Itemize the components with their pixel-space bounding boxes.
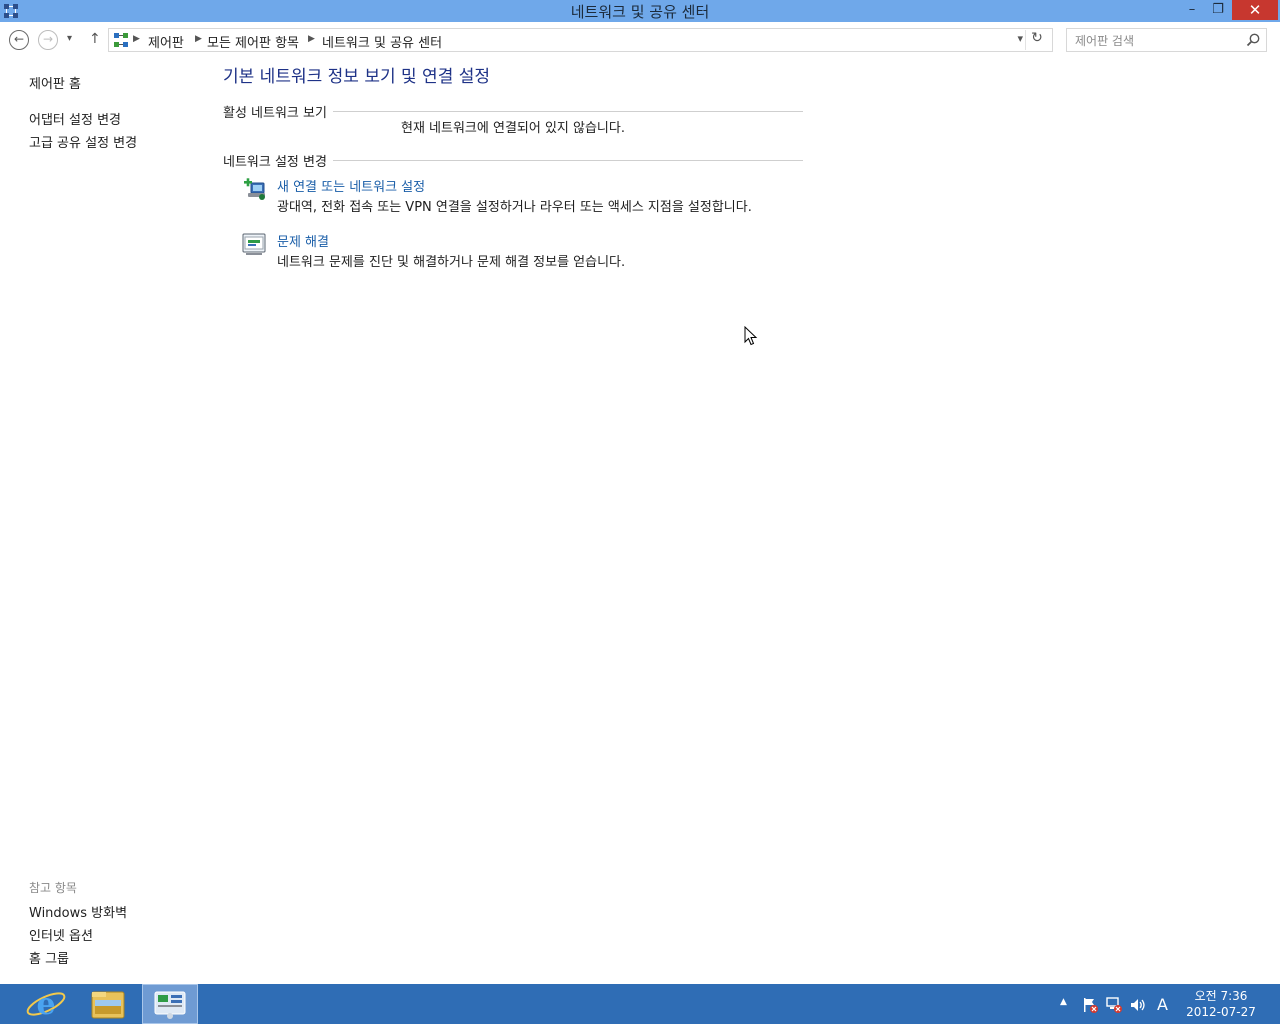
page-title: 기본 네트워크 정보 보기 및 연결 설정 — [223, 67, 491, 87]
sidebar-adapter-settings-link[interactable]: 어댑터 설정 변경 — [29, 109, 121, 128]
sidebar-advanced-sharing-link[interactable]: 고급 공유 설정 변경 — [29, 132, 137, 151]
taskbar: e ▲ A 오전 7:36 2012-07-27 — [0, 984, 1280, 1024]
internet-explorer-icon: e — [26, 987, 66, 1022]
window-title: 네트워크 및 공유 센터 — [570, 3, 710, 21]
file-explorer-button[interactable] — [80, 984, 136, 1024]
troubleshoot-icon[interactable] — [242, 232, 268, 258]
control-panel-icon — [154, 991, 186, 1019]
network-disconnected-icon[interactable] — [1105, 996, 1123, 1014]
recent-locations-button[interactable]: ▾ — [67, 33, 72, 44]
address-bar[interactable]: ▶ 제어판 ▶ 모든 제어판 항목 ▶ 네트워크 및 공유 센터 ▾ ↻ — [108, 28, 1053, 52]
search-icon[interactable] — [1245, 32, 1261, 48]
mouse-cursor-icon — [744, 326, 758, 346]
close-button[interactable]: ✕ — [1232, 0, 1278, 20]
forward-button[interactable]: → — [38, 30, 58, 50]
up-button[interactable]: ↑ — [89, 31, 101, 47]
sidebar-home-link[interactable]: 제어판 홈 — [29, 73, 81, 92]
clock-date: 2012-07-27 — [1186, 1005, 1256, 1019]
show-hidden-icons-button[interactable]: ▲ — [1060, 997, 1067, 1007]
control-panel-icon — [114, 33, 128, 47]
maximize-button[interactable]: ❐ — [1205, 0, 1231, 20]
new-connection-link[interactable]: 새 연결 또는 네트워크 설정 — [277, 176, 425, 195]
search-input[interactable] — [1073, 31, 1237, 51]
active-networks-heading: 활성 네트워크 보기 — [223, 102, 333, 121]
internet-explorer-button[interactable]: e — [18, 984, 74, 1024]
new-connection-description: 광대역, 전화 접속 또는 VPN 연결을 설정하거나 라우터 또는 액세스 지… — [277, 200, 752, 215]
volume-icon[interactable] — [1129, 996, 1147, 1014]
troubleshoot-link[interactable]: 문제 해결 — [277, 231, 329, 250]
action-center-flag-icon[interactable] — [1081, 996, 1099, 1014]
file-explorer-icon — [91, 991, 125, 1019]
see-also-homegroup-link[interactable]: 홈 그룹 — [29, 948, 69, 967]
breadcrumb-network-center[interactable]: 네트워크 및 공유 센터 — [322, 32, 442, 51]
clock-time: 오전 7:36 — [1194, 989, 1248, 1003]
new-connection-icon[interactable] — [242, 177, 268, 203]
breadcrumb-separator[interactable]: ▶ — [195, 34, 202, 44]
see-also-heading: 참고 항목 — [29, 881, 77, 895]
svg-text:e: e — [36, 987, 55, 1022]
back-button[interactable]: ← — [9, 30, 29, 50]
refresh-button[interactable]: ↻ — [1025, 30, 1048, 50]
breadcrumb-all-items[interactable]: 모든 제어판 항목 — [207, 32, 299, 51]
see-also-internet-options-link[interactable]: 인터넷 옵션 — [29, 925, 93, 944]
title-bar: 네트워크 및 공유 센터 – ❐ ✕ — [0, 0, 1280, 22]
input-method-indicator[interactable]: A — [1157, 995, 1168, 1014]
address-dropdown-button[interactable]: ▾ — [1017, 32, 1023, 45]
troubleshoot-description: 네트워크 문제를 진단 및 해결하거나 문제 해결 정보를 얻습니다. — [277, 255, 626, 270]
search-box[interactable] — [1066, 28, 1267, 52]
see-also-firewall-link[interactable]: Windows 방화벽 — [29, 902, 127, 921]
minimize-button[interactable]: – — [1179, 0, 1205, 20]
breadcrumb-separator[interactable]: ▶ — [133, 34, 140, 44]
breadcrumb-control-panel[interactable]: 제어판 — [148, 32, 184, 51]
control-panel-taskbar-button[interactable] — [142, 984, 198, 1024]
change-settings-heading: 네트워크 설정 변경 — [223, 151, 333, 170]
network-status-text: 현재 네트워크에 연결되어 있지 않습니다. — [401, 121, 625, 136]
breadcrumb-separator[interactable]: ▶ — [308, 34, 315, 44]
clock[interactable]: 오전 7:36 2012-07-27 — [1180, 988, 1262, 1020]
navigation-bar: ← → ▾ ↑ ▶ 제어판 ▶ 모든 제어판 항목 ▶ 네트워크 및 공유 센터… — [0, 22, 1280, 60]
